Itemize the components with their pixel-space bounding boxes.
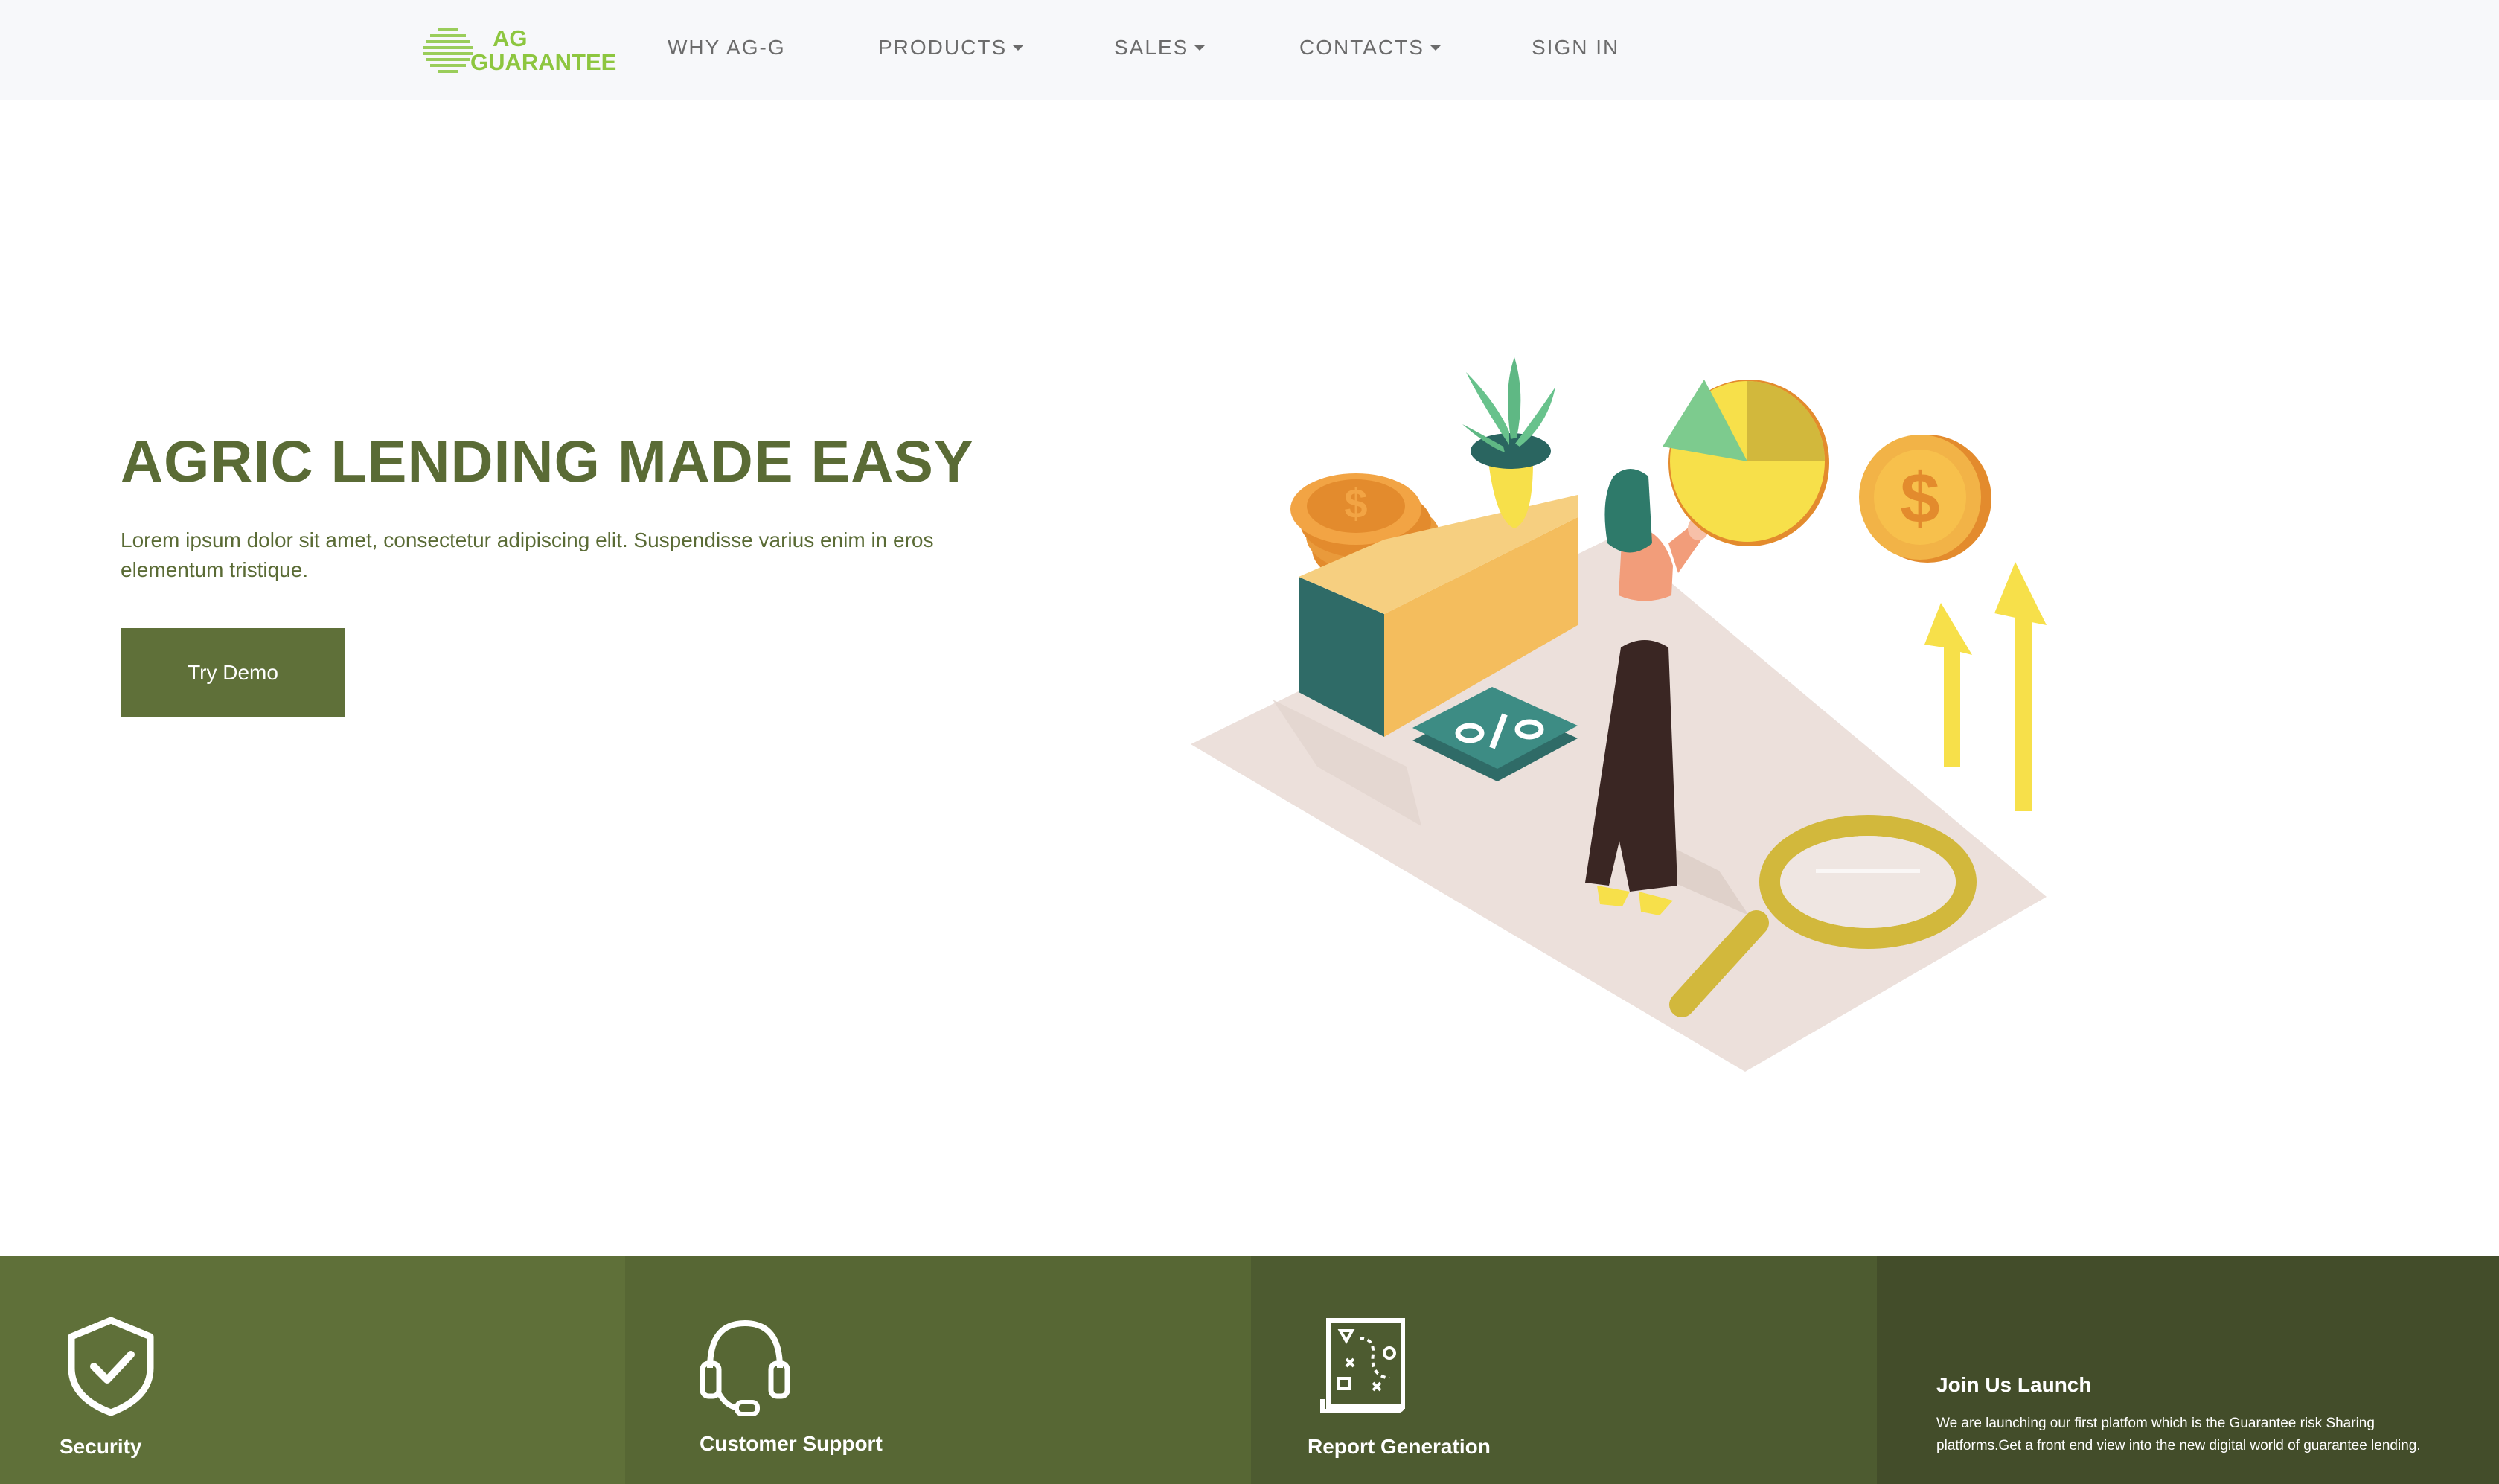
feature-title: Report Generation — [1308, 1435, 1491, 1458]
nav-sales[interactable]: SALES — [1114, 36, 1206, 60]
feature-text: We are launching our first platfom which… — [1936, 1416, 2421, 1453]
nav-contacts[interactable]: CONTACTS — [1299, 36, 1441, 60]
caret-down-icon — [1013, 45, 1024, 51]
nav-contacts-label: CONTACTS — [1299, 36, 1424, 59]
feature-title: Customer Support — [700, 1432, 883, 1455]
nav-sales-label: SALES — [1114, 36, 1189, 59]
nav-sign-in-label: SIGN IN — [1532, 36, 1620, 59]
nav-why-agg-label: WHY AG-G — [668, 36, 786, 59]
hero-description: Lorem ipsum dolor sit amet, consectetur … — [121, 528, 934, 581]
svg-text:$: $ — [1344, 480, 1367, 527]
feature-title: Join Us Launch — [1936, 1373, 2092, 1396]
feature-report-generation: Report Generation — [1251, 1256, 1877, 1484]
try-demo-button[interactable]: Try Demo — [121, 628, 345, 717]
caret-down-icon — [1194, 45, 1206, 51]
logo[interactable]: AG GUARANTEE — [421, 22, 616, 79]
hero-title: AGRIC LENDING MADE EASY — [121, 428, 974, 494]
feature-title: Security — [60, 1435, 142, 1458]
shield-check-icon — [68, 1317, 154, 1416]
report-icon — [1320, 1318, 1405, 1413]
nav-why-agg[interactable]: WHY AG-G — [668, 36, 786, 60]
logo-text: AG GUARANTEE — [470, 27, 616, 74]
nav-sign-in[interactable]: SIGN IN — [1532, 36, 1619, 60]
plant-icon — [1462, 357, 1555, 528]
caret-down-icon — [1430, 45, 1441, 51]
feature-customer-support: Customer Support — [625, 1256, 1251, 1484]
feature-join-launch: Join Us Launch We are launching our firs… — [1877, 1256, 2499, 1484]
feature-strip: Security Customer Support Report Generat… — [0, 1256, 2499, 1484]
hero-illustration: $ $ — [1191, 357, 2047, 1072]
logo-mark-icon — [421, 24, 475, 77]
up-arrow-icon — [1924, 562, 2047, 811]
headset-icon — [700, 1320, 790, 1416]
dollar-coin-icon: $ — [1859, 435, 1991, 563]
logo-line-1: AG — [493, 25, 528, 51]
top-navbar: AG GUARANTEE WHY AG-G PRODUCTS SALES CON… — [0, 0, 2499, 100]
nav-products-label: PRODUCTS — [878, 36, 1008, 59]
svg-text:$: $ — [1900, 458, 1939, 538]
logo-line-2: GUARANTEE — [470, 49, 617, 75]
nav-products[interactable]: PRODUCTS — [878, 36, 1024, 60]
feature-security: Security — [0, 1256, 625, 1484]
pie-chart-icon — [1663, 380, 1829, 546]
